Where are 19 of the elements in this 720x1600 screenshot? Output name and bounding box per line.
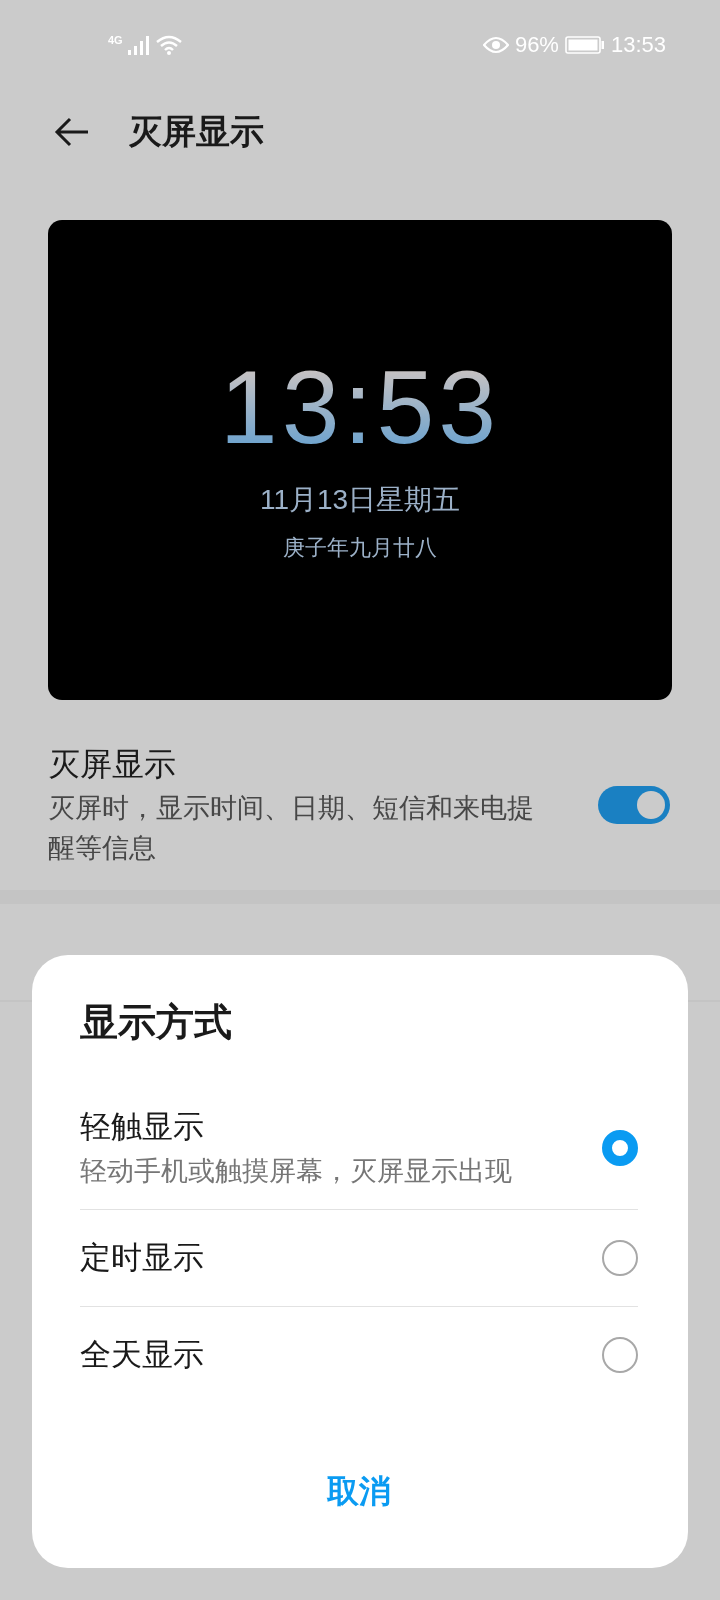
radio-button[interactable] (602, 1240, 638, 1276)
signal-icon (126, 34, 151, 56)
option-label[interactable]: 轻触显示 (80, 1105, 572, 1149)
battery-icon (564, 35, 605, 55)
wifi-icon (154, 34, 183, 56)
radio-button[interactable] (602, 1130, 638, 1166)
radio-button[interactable] (602, 1337, 638, 1373)
preview-lunar-date: 庚子年九月廿八 (283, 534, 437, 562)
setting-title: 灭屏显示 (48, 745, 177, 784)
eye-icon (482, 36, 509, 54)
page-title: 灭屏显示 (128, 111, 264, 152)
option-label[interactable]: 全天显示 (80, 1333, 572, 1377)
option-description: 轻动手机或触摸屏幕，灭屏显示出现 (80, 1155, 513, 1188)
option-label[interactable]: 定时显示 (80, 1236, 572, 1280)
preview-date: 11月13日星期五 (259, 483, 461, 517)
setting-description: 灭屏时，显示时间、日期、短信和来电提醒等信息 (48, 792, 535, 865)
back-icon[interactable] (54, 117, 90, 147)
toggle-switch[interactable] (598, 786, 670, 824)
dialog-title: 显示方式 (80, 1000, 233, 1045)
